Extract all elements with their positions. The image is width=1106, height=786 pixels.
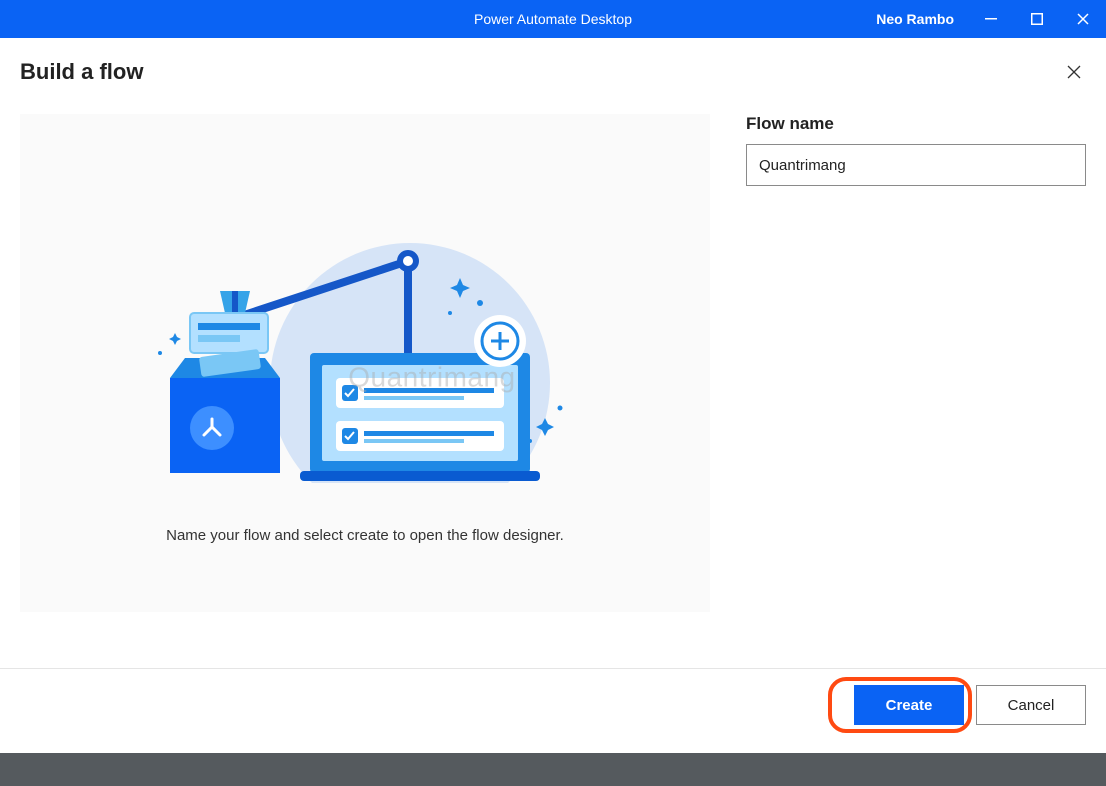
dialog-footer: Create Cancel: [0, 668, 1106, 753]
close-icon: [1077, 13, 1089, 25]
app-title: Power Automate Desktop: [474, 11, 632, 27]
build-flow-dialog: Build a flow: [0, 38, 1106, 753]
minimize-icon: [985, 13, 997, 25]
close-icon: [1067, 65, 1081, 79]
dialog-title: Build a flow: [20, 59, 143, 85]
flow-illustration: [150, 223, 580, 483]
minimize-button[interactable]: [968, 0, 1014, 38]
illustration-description: Name your flow and select create to open…: [166, 527, 564, 544]
form-panel: Flow name: [746, 114, 1086, 612]
flow-name-label: Flow name: [746, 114, 1086, 134]
dialog-close-button[interactable]: [1060, 58, 1088, 86]
user-name[interactable]: Neo Rambo: [862, 11, 968, 27]
illustration-panel: Name your flow and select create to open…: [20, 114, 710, 612]
cancel-button[interactable]: Cancel: [976, 685, 1086, 725]
create-button[interactable]: Create: [854, 685, 964, 725]
window-close-button[interactable]: [1060, 0, 1106, 38]
maximize-button[interactable]: [1014, 0, 1060, 38]
title-bar: Power Automate Desktop Neo Rambo: [0, 0, 1106, 38]
maximize-icon: [1031, 13, 1043, 25]
flow-name-input[interactable]: [746, 144, 1086, 186]
background-strip: [0, 753, 1106, 786]
